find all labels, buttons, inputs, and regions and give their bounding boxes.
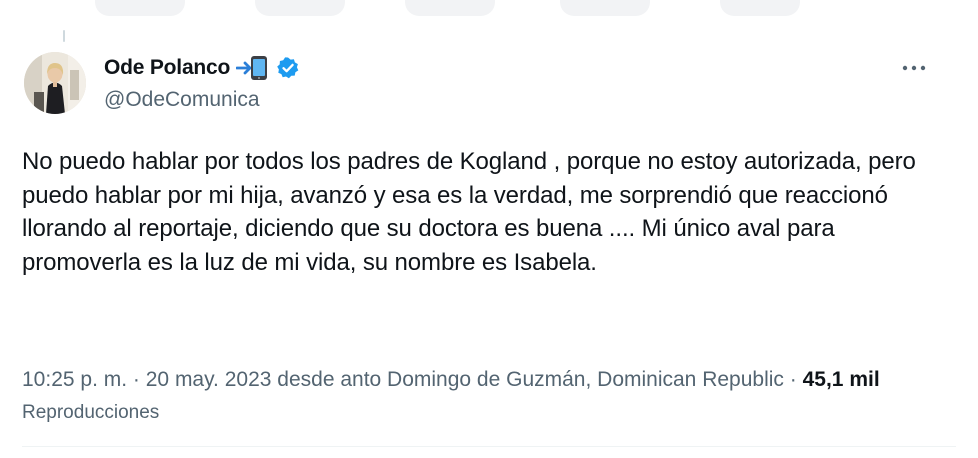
previous-tweet-actions-fade <box>0 0 978 22</box>
verified-badge-icon <box>277 57 299 79</box>
action-ghost <box>560 0 650 16</box>
avatar-photo <box>24 52 86 114</box>
action-ghost <box>405 0 495 16</box>
view-count-label: Reproducciones <box>22 402 160 423</box>
more-options-button[interactable] <box>898 56 930 80</box>
action-ghost <box>720 0 800 16</box>
avatar[interactable] <box>24 52 86 114</box>
tweet-metadata: 10:25 p. m. · 20 may. 2023 desde anto Do… <box>22 364 902 429</box>
mobile-phone-arrow-icon <box>236 56 268 80</box>
divider <box>22 446 956 447</box>
meta-separator: · <box>789 368 797 391</box>
action-ghost <box>255 0 345 16</box>
thread-connector <box>63 30 65 42</box>
author-handle[interactable]: @OdeComunica <box>104 88 260 112</box>
more-horizontal-icon <box>902 65 926 71</box>
view-count[interactable]: 45,1 mil <box>803 368 880 391</box>
tweet-time[interactable]: 10:25 p. m. <box>22 368 127 391</box>
meta-separator: · <box>132 368 140 391</box>
author-name-row: Ode Polanco <box>104 55 300 81</box>
tweet-location: desde anto Domingo de Guzmán, Dominican … <box>277 368 784 391</box>
tweet-text: No puedo hablar por todos los padres de … <box>22 148 916 276</box>
tweet-date[interactable]: 20 may. 2023 <box>146 368 272 391</box>
action-ghost <box>95 0 185 16</box>
display-name[interactable]: Ode Polanco <box>104 56 230 80</box>
